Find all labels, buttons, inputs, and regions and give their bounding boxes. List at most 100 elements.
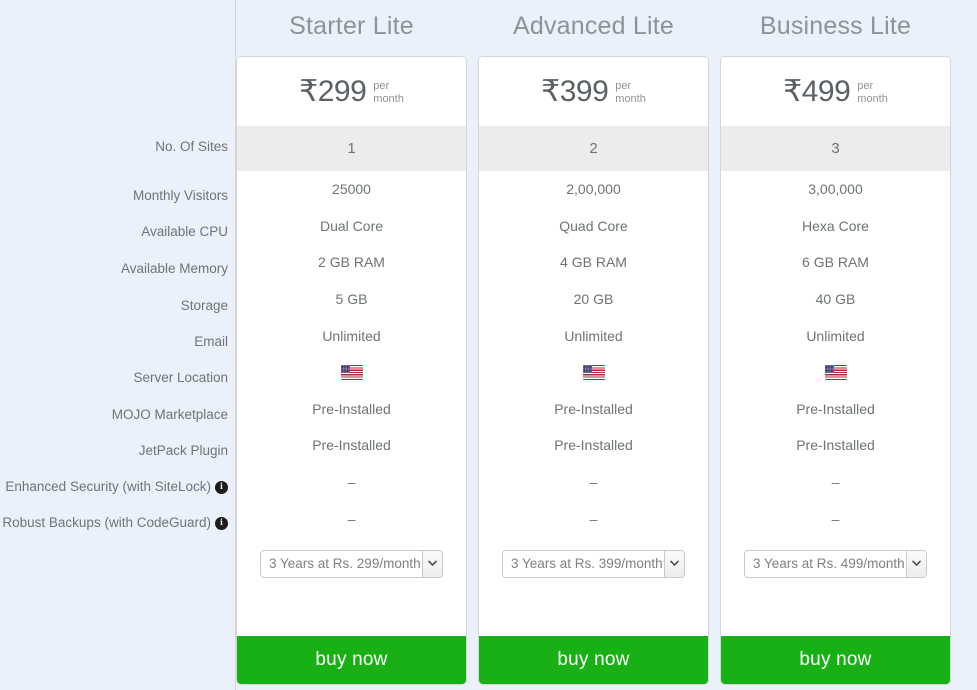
price-period: per month: [373, 78, 404, 105]
price-amount: ₹399: [541, 75, 609, 108]
feature-label-text: Available CPU: [141, 224, 228, 239]
price-period-line2: month: [857, 92, 888, 105]
feature-label-server-location: Server Location: [133, 368, 228, 388]
spec-storage: 20 GB: [573, 291, 614, 308]
buy-now-button-business[interactable]: buy now: [721, 636, 950, 684]
spec-jetpack-plugin: Pre-Installed: [554, 437, 633, 454]
sites-count-cell: 3: [721, 126, 950, 171]
feature-label-text: Robust Backups (with CodeGuard): [2, 515, 211, 530]
price-block: ₹399 per month: [479, 57, 708, 126]
feature-label-no-of-sites: No. Of Sites: [155, 137, 228, 157]
feature-label-email: Email: [194, 332, 228, 352]
buy-now-button-starter[interactable]: buy now: [237, 636, 466, 684]
term-select-wrap: 3 Years at Rs. 299/month: [237, 537, 466, 591]
price-period: per month: [857, 78, 888, 105]
spec-available-cpu: Quad Core: [559, 217, 628, 234]
price-block: ₹299 per month: [237, 57, 466, 126]
chevron-down-icon[interactable]: [664, 550, 684, 577]
feature-label-available-cpu: Available CPU: [141, 222, 228, 242]
spec-robust-backups: –: [589, 510, 598, 527]
spec-server-location: [237, 354, 466, 391]
plan-title-starter: Starter Lite: [289, 12, 414, 40]
chevron-down-icon[interactable]: [422, 550, 442, 577]
spec-jetpack-plugin: Pre-Installed: [312, 437, 391, 454]
price-block: ₹499 per month: [721, 57, 950, 126]
spec-robust-backups: –: [831, 510, 840, 527]
feature-label-robust-backups: Robust Backups (with CodeGuard) i: [2, 513, 228, 533]
feature-label-storage: Storage: [181, 296, 228, 316]
feature-label-text: Email: [194, 334, 228, 349]
term-select-wrap: 3 Years at Rs. 499/month: [721, 537, 950, 591]
spec-list: 25000 Dual Core 2 GB RAM 5 GB Unlimited …: [237, 171, 466, 537]
feature-label-text: Server Location: [133, 370, 228, 385]
feature-label-jetpack-plugin: JetPack Plugin: [139, 441, 228, 461]
feature-label-enhanced-security: Enhanced Security (with SiteLock) i: [5, 477, 228, 497]
price-amount: ₹499: [783, 75, 851, 108]
spec-enhanced-security: –: [347, 474, 356, 491]
sites-count-cell: 2: [479, 126, 708, 171]
feature-label-text: Available Memory: [120, 261, 228, 276]
term-select-advanced[interactable]: 3 Years at Rs. 399/month: [502, 549, 685, 578]
info-icon[interactable]: i: [215, 480, 228, 494]
spec-monthly-visitors: 25000: [332, 181, 371, 198]
feature-label-text: Monthly Visitors: [132, 188, 228, 203]
spec-email: Unlimited: [564, 327, 623, 344]
spec-mojo-marketplace: Pre-Installed: [796, 400, 875, 417]
spec-monthly-visitors: 3,00,000: [808, 181, 863, 198]
feature-label-text: JetPack Plugin: [138, 443, 228, 458]
spec-list: 3,00,000 Hexa Core 6 GB RAM 40 GB Unlimi…: [721, 171, 950, 537]
spec-available-cpu: Dual Core: [319, 217, 384, 234]
price-period-line2: month: [373, 92, 404, 105]
spec-enhanced-security: –: [589, 474, 598, 491]
spec-mojo-marketplace: Pre-Installed: [312, 400, 391, 417]
spec-email: Unlimited: [806, 327, 865, 344]
spec-available-memory: 2 GB RAM: [318, 254, 385, 271]
spec-email: Unlimited: [322, 327, 381, 344]
spec-available-memory: 4 GB RAM: [560, 254, 627, 271]
feature-label-text: MOJO Marketplace: [111, 407, 228, 422]
spec-monthly-visitors: 2,00,000: [566, 181, 621, 198]
price-period-line2: month: [615, 92, 646, 105]
price-period-line1: per: [615, 80, 632, 92]
term-select-value: 3 Years at Rs. 299/month: [269, 556, 421, 572]
feature-label-available-memory: Available Memory: [121, 259, 228, 279]
feature-label-monthly-visitors: Monthly Visitors: [133, 186, 228, 206]
feature-label-column: No. Of Sites Monthly Visitors Available …: [0, 0, 236, 690]
feature-label-text: Storage: [180, 298, 228, 313]
info-icon[interactable]: i: [215, 516, 228, 530]
chevron-down-icon[interactable]: [906, 550, 926, 577]
spec-list: 2,00,000 Quad Core 4 GB RAM 20 GB Unlimi…: [479, 171, 708, 537]
spec-storage: 5 GB: [335, 291, 368, 308]
sites-count-cell: 1: [237, 126, 466, 171]
pricing-card-business: ₹499 per month 3 3,00,000 Hexa Core 6 GB…: [720, 56, 951, 685]
pricing-card-advanced: ₹399 per month 2 2,00,000 Quad Core 4 GB…: [478, 56, 709, 685]
spec-robust-backups: –: [347, 510, 356, 527]
price-period-line1: per: [857, 80, 874, 92]
term-select-starter[interactable]: 3 Years at Rs. 299/month: [260, 549, 443, 578]
feature-label-text: No. Of Sites: [155, 139, 228, 154]
us-flag-icon: [340, 364, 363, 380]
feature-label-text: Enhanced Security (with SiteLock): [5, 479, 211, 494]
term-select-wrap: 3 Years at Rs. 399/month: [479, 537, 708, 591]
spec-mojo-marketplace: Pre-Installed: [554, 400, 633, 417]
spec-available-memory: 6 GB RAM: [802, 254, 869, 271]
term-select-business[interactable]: 3 Years at Rs. 499/month: [744, 549, 927, 578]
price-period: per month: [615, 78, 646, 105]
price-amount: ₹299: [299, 75, 367, 108]
plan-title-advanced: Advanced Lite: [512, 12, 675, 40]
us-flag-icon: [582, 364, 605, 380]
spec-available-cpu: Hexa Core: [802, 217, 869, 234]
spec-storage: 40 GB: [815, 291, 856, 308]
buy-now-button-advanced[interactable]: buy now: [479, 636, 708, 684]
pricing-card-starter: ₹299 per month 1 25000 Dual Core 2 GB RA…: [236, 56, 467, 685]
spec-jetpack-plugin: Pre-Installed: [796, 437, 875, 454]
feature-label-mojo-marketplace: MOJO Marketplace: [112, 405, 228, 425]
price-period-line1: per: [373, 80, 390, 92]
term-select-value: 3 Years at Rs. 399/month: [511, 556, 663, 572]
plan-title-business: Business Lite: [759, 12, 912, 40]
term-select-value: 3 Years at Rs. 499/month: [753, 556, 905, 572]
us-flag-icon: [824, 364, 847, 380]
spec-enhanced-security: –: [831, 474, 840, 491]
spec-server-location: [479, 354, 708, 391]
spec-server-location: [721, 354, 950, 391]
